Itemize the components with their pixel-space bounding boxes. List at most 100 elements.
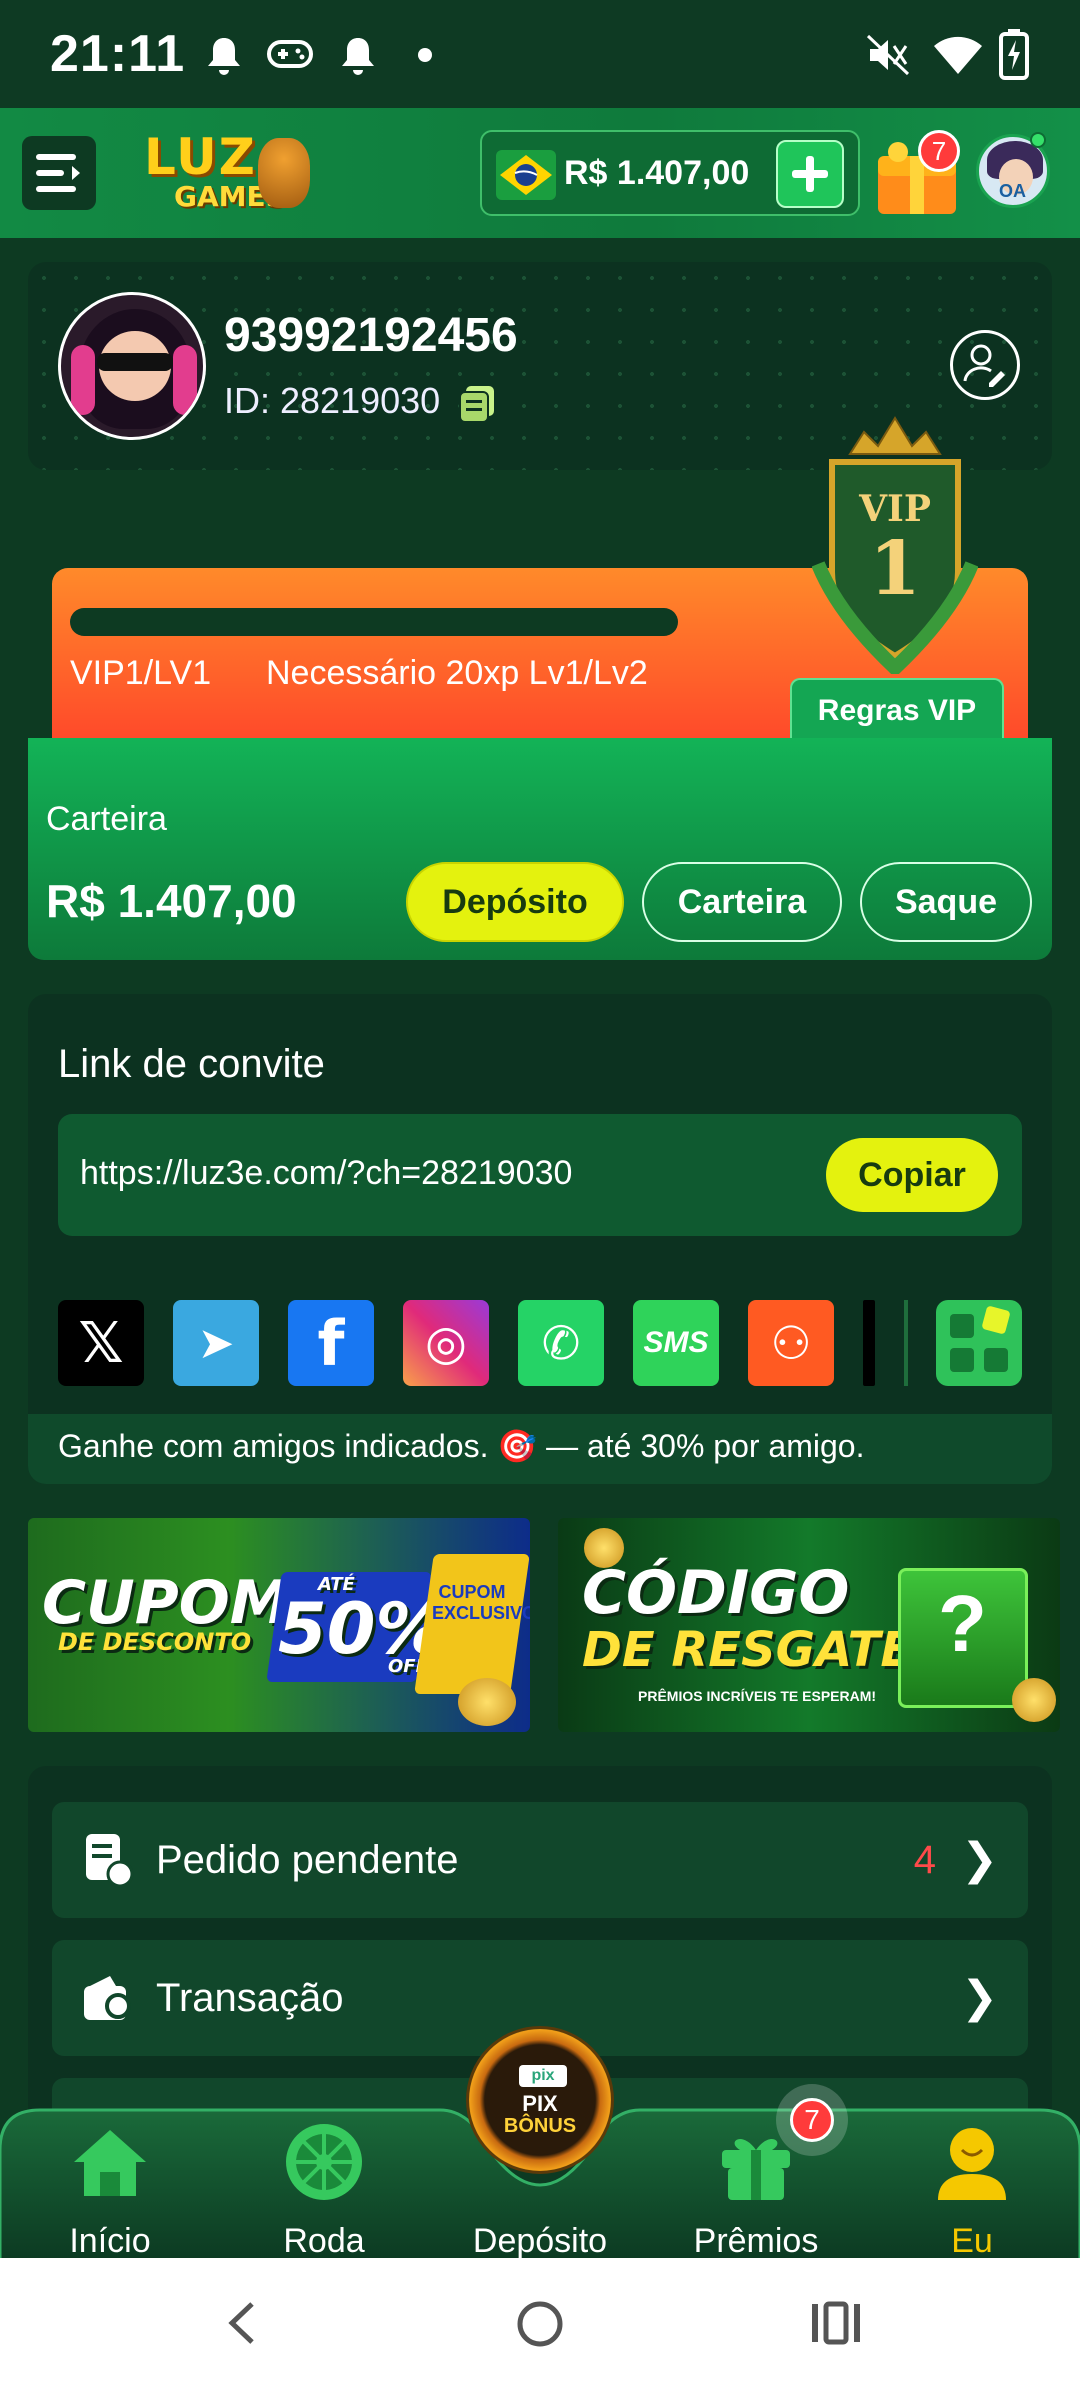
- invite-note: Ganhe com amigos indicados. 🎯 — até 30% …: [28, 1414, 1052, 1484]
- pending-count-badge: 4: [913, 1838, 936, 1882]
- recents-icon[interactable]: [808, 2298, 864, 2348]
- invite-section: Link de convite https://luz3e.com/?ch=28…: [28, 994, 1052, 1484]
- nav-home[interactable]: [30, 2124, 190, 2205]
- coin: [1012, 1678, 1056, 1722]
- coupon-subtitle: DE DESCONTO: [58, 1628, 252, 1656]
- question-mark-icon: ?: [938, 1579, 987, 1668]
- coupon-exclusive: CUPOM EXCLUSIVO: [432, 1582, 530, 1623]
- nav-center-pix-bonus[interactable]: pix PIX BÔNUS: [466, 2026, 614, 2174]
- avatar-hair-streak: [173, 345, 197, 415]
- share-facebook-icon[interactable]: f: [288, 1300, 374, 1386]
- chevron-right-icon: ❯: [961, 1835, 998, 1884]
- deposit-button[interactable]: Depósito: [406, 862, 624, 942]
- vip-requirement-text: Necessário 20xp Lv1/Lv2: [266, 654, 648, 692]
- coin: [584, 1528, 624, 1568]
- sunglasses: [97, 353, 173, 371]
- roulette-wheel-icon: [286, 2124, 362, 2200]
- home-circle-icon[interactable]: [512, 2296, 568, 2352]
- invite-url[interactable]: https://luz3e.com/?ch=28219030: [80, 1154, 572, 1193]
- vip-badge: VIP 1: [811, 414, 979, 678]
- bonus-label: BÔNUS: [503, 2115, 577, 2137]
- share-sms-icon[interactable]: SMS: [633, 1300, 719, 1386]
- vip-level-text: VIP1/LV1: [70, 654, 212, 692]
- nav-wheel[interactable]: [244, 2120, 404, 2209]
- share-telegram-icon[interactable]: ➤: [173, 1300, 259, 1386]
- coupon-banner[interactable]: CUPOM DE DESCONTO ATÉ 50% OFF CUPOM EXCL…: [28, 1518, 530, 1732]
- status-bar: 21:11: [0, 0, 1080, 108]
- redeem-subtitle: DE RESGATE: [582, 1622, 914, 1678]
- wifi-icon: [934, 36, 982, 74]
- header-balance: R$ 1.407,00: [564, 154, 750, 192]
- invite-title: Link de convite: [58, 1042, 325, 1086]
- share-more-apps-button[interactable]: [936, 1300, 1022, 1386]
- mute-icon: [866, 34, 910, 76]
- invite-link-box: https://luz3e.com/?ch=28219030 Copiar: [58, 1114, 1022, 1236]
- nav-home-label[interactable]: Início: [30, 2222, 190, 2261]
- vip-rules-button[interactable]: Regras VIP: [790, 678, 1004, 740]
- nav-prizes-label[interactable]: Prêmios: [676, 2222, 836, 2261]
- profile-name: 93992192456: [224, 309, 518, 362]
- copy-icon[interactable]: [458, 384, 498, 424]
- nav-me-label[interactable]: Eu: [892, 2222, 1052, 2261]
- coupon-exclusive-card: [414, 1554, 530, 1694]
- wallet-button[interactable]: Carteira: [642, 862, 842, 942]
- avatar-hair-streak: [71, 345, 95, 415]
- redeem-caption: PRÊMIOS INCRÍVEIS TE ESPERAM!: [638, 1688, 877, 1704]
- notification-bell-icon: [208, 38, 240, 75]
- share-more-partial[interactable]: [863, 1300, 875, 1386]
- menu-label: Transação: [156, 1976, 344, 2020]
- apps-grid-icon: [950, 1306, 1010, 1372]
- back-icon[interactable]: [218, 2298, 266, 2348]
- redeem-code-banner[interactable]: CÓDIGO DE RESGATE PRÊMIOS INCRÍVEIS TE E…: [558, 1518, 1060, 1732]
- battery-charging-icon: [999, 29, 1029, 80]
- share-kwai-icon[interactable]: ⚇: [748, 1300, 834, 1386]
- profile-id: ID: 28219030: [224, 380, 441, 421]
- pix-logo-label: pix: [519, 2065, 567, 2087]
- nav-wheel-label[interactable]: Roda: [244, 2222, 404, 2261]
- notification-bell-icon: [342, 38, 374, 75]
- plus-icon: [792, 156, 828, 192]
- online-status-dot: [1030, 132, 1046, 148]
- edit-profile-button[interactable]: [950, 330, 1020, 400]
- balance-display[interactable]: R$ 1.407,00: [480, 130, 860, 216]
- vip-badge-level: 1: [869, 526, 921, 612]
- gamepad-icon: [267, 40, 313, 68]
- app-header: LUZ GAMES R$ 1.407,00 7 OA: [0, 108, 1080, 238]
- menu-button[interactable]: [22, 136, 96, 210]
- home-icon: [74, 2130, 146, 2196]
- treasure-chest-button[interactable]: 7: [868, 126, 968, 222]
- wallet-card: Carteira R$ 1.407,00 Depósito Carteira S…: [28, 738, 1052, 960]
- vip-badge-label: VIP: [859, 488, 931, 530]
- pix-label: PIX: [522, 2091, 558, 2116]
- profile-avatar[interactable]: [58, 292, 206, 440]
- hamburger-icon: [36, 154, 80, 192]
- avatar-initials: OA: [999, 181, 1026, 201]
- chest-badge: 7: [918, 130, 960, 172]
- app-logo[interactable]: LUZ GAMES: [140, 128, 320, 218]
- add-funds-button[interactable]: [776, 140, 844, 208]
- logo-text-luz: LUZ: [144, 128, 257, 186]
- share-x-icon[interactable]: 𝕏: [58, 1300, 144, 1386]
- status-time: 21:11: [50, 25, 186, 83]
- share-divider: [904, 1300, 908, 1386]
- nav-me[interactable]: [892, 2120, 1052, 2209]
- nav-deposit-label[interactable]: Depósito: [460, 2222, 620, 2261]
- wallet-balance: R$ 1.407,00: [46, 875, 297, 927]
- withdraw-button[interactable]: Saque: [860, 862, 1032, 942]
- system-nav-bar: [0, 2258, 1080, 2388]
- more-notifications-dot: [418, 48, 432, 62]
- wallet-label: Carteira: [46, 800, 167, 838]
- share-whatsapp-icon[interactable]: ✆: [518, 1300, 604, 1386]
- user-edit-icon: [963, 344, 1005, 387]
- coin: [458, 1678, 516, 1726]
- brazil-flag-icon: [496, 150, 556, 200]
- share-instagram-icon[interactable]: ◎: [403, 1300, 489, 1386]
- user-icon: [938, 2128, 1006, 2200]
- logo-mascot: [258, 138, 310, 208]
- menu-item-pending-order[interactable]: Pedido pendente 4 ❯: [52, 1802, 1028, 1918]
- vip-progress-bar: [70, 608, 678, 636]
- chevron-right-icon: ❯: [961, 1973, 998, 2022]
- copy-link-button[interactable]: Copiar: [826, 1138, 998, 1212]
- menu-label: Pedido pendente: [156, 1838, 459, 1882]
- redeem-title: CÓDIGO: [582, 1558, 850, 1628]
